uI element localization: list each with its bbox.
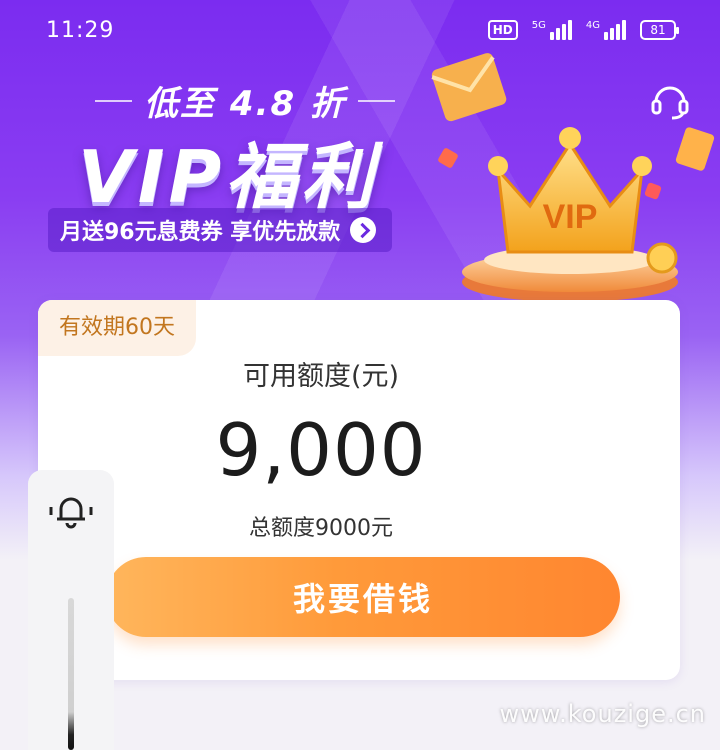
notification-widget[interactable] — [28, 470, 114, 552]
crown-icon: VIP — [431, 53, 715, 302]
bell-icon — [49, 497, 93, 529]
promo-benefit-link[interactable]: 月送96元息费券 享优先放款 — [48, 208, 392, 252]
divider-right — [357, 99, 395, 102]
app-root: 11:29 HD 5G 4G 81 低至 4.8 折 VIP福利 月送96元息费… — [0, 0, 720, 750]
borrow-button[interactable]: 我要借钱 — [106, 557, 620, 637]
headset-icon[interactable] — [648, 78, 692, 122]
promo-benefit-text: 月送96元息费券 享优先放款 — [60, 220, 341, 245]
watermark: www.kouzige.cn — [499, 700, 706, 728]
validity-tag: 有效期60天 — [38, 300, 196, 356]
crown-vip-text: VIP — [543, 198, 598, 236]
scroll-handle[interactable] — [68, 598, 74, 750]
status-time: 11:29 — [46, 18, 115, 43]
divider-left — [95, 99, 133, 102]
chevron-right-icon — [350, 217, 377, 243]
available-credit-label: 可用额度(元) — [242, 361, 400, 392]
